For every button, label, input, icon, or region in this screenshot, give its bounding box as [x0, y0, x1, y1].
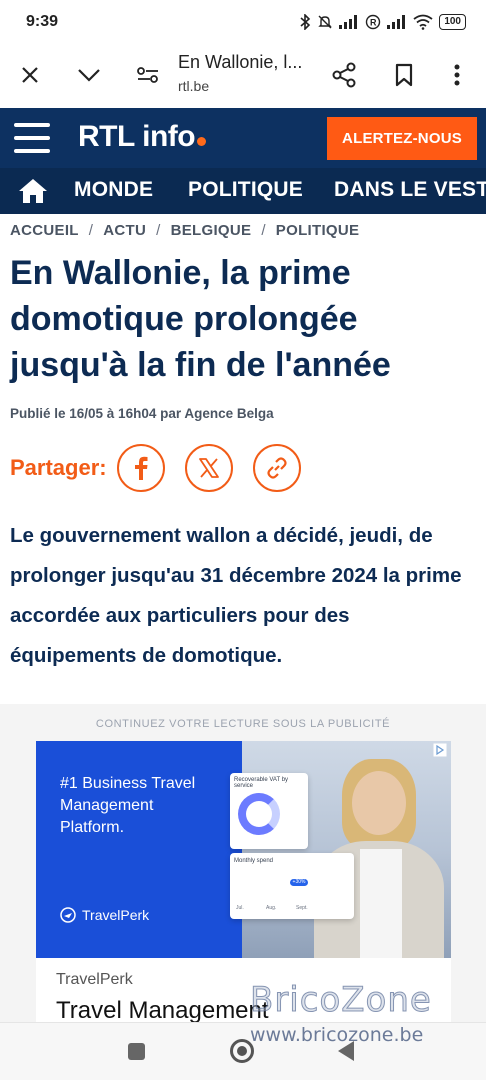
menu-icon[interactable] — [14, 123, 50, 153]
breadcrumb-separator: / — [156, 222, 161, 239]
article-title: En Wallonie, la prime domotique prolongé… — [10, 254, 391, 384]
share-label: Partager: — [10, 455, 107, 480]
nav-item-politique[interactable]: POLITIQUE — [188, 178, 303, 202]
ad-choices-icon[interactable] — [433, 743, 447, 757]
breadcrumb-separator: / — [261, 222, 266, 239]
more-vert-icon[interactable] — [437, 55, 477, 95]
ad-headline: #1 Business Travel Management Platform. — [60, 775, 196, 836]
alert-us-button[interactable]: ALERTEZ-NOUS — [327, 117, 477, 160]
breadcrumb: ACCUEIL / ACTU / BELGIQUE / POLITIQUE — [10, 222, 359, 239]
watermark-url: www.bricozone.be — [250, 1024, 424, 1046]
nav-item-dans-le-vestiaire[interactable]: DANS LE VEST — [334, 178, 486, 202]
close-icon[interactable] — [10, 55, 50, 95]
registered-icon: R — [366, 14, 381, 30]
ad-brand: TravelPerk — [60, 907, 149, 923]
browser-toolbar: En Wallonie, l... rtl.be — [0, 44, 486, 106]
ad-banner-image[interactable]: #1 Business Travel Management Platform. … — [36, 741, 451, 958]
ad-title[interactable]: Travel Management — [56, 997, 269, 1024]
link-icon — [267, 457, 287, 479]
tab-url[interactable]: rtl.be — [178, 78, 209, 94]
tab-title[interactable]: En Wallonie, l... — [178, 52, 302, 73]
status-bar: 9:39 R 100 — [0, 0, 486, 44]
article-byline: Publié le 16/05 à 16h04 par Agence Belga — [10, 406, 274, 421]
ad-widget-spend: Monthly spend +30% Jul. Aug. Sept. — [230, 853, 354, 919]
ad-notice: CONTINUEZ VOTRE LECTURE SOUS LA PUBLICIT… — [95, 718, 391, 730]
article-lead: Le gouvernement wallon a décidé, jeudi, … — [10, 524, 462, 667]
share-link-button[interactable] — [252, 444, 301, 492]
signal-icon — [339, 15, 358, 29]
ad-advertiser: TravelPerk — [56, 971, 133, 988]
recents-button[interactable] — [128, 1043, 145, 1060]
bluetooth-icon — [300, 14, 311, 30]
watermark-title: BricoZone — [250, 980, 432, 1021]
share-row: Partager: — [10, 444, 321, 492]
site-settings-icon[interactable] — [128, 55, 168, 95]
main-nav: MONDE POLITIQUE DANS LE VEST — [0, 168, 486, 214]
facebook-icon — [134, 456, 148, 480]
battery-indicator: 100 — [439, 14, 466, 30]
status-time: 9:39 — [26, 13, 59, 30]
mute-icon — [318, 15, 333, 29]
x-logo-icon — [198, 458, 219, 478]
site-header: RTL info ALERTEZ-NOUS — [0, 108, 486, 168]
breadcrumb-item-politique[interactable]: POLITIQUE — [276, 222, 360, 239]
breadcrumb-item-actu[interactable]: ACTU — [103, 222, 146, 239]
breadcrumb-separator: / — [88, 222, 94, 239]
breadcrumb-item-accueil[interactable]: ACCUEIL — [10, 222, 79, 239]
travelperk-logo-icon — [60, 907, 76, 923]
share-icon[interactable] — [324, 55, 364, 95]
wifi-icon — [413, 14, 433, 30]
status-icons: R 100 — [299, 14, 466, 30]
ad-widget-vat: Recoverable VAT by service — [230, 773, 308, 849]
share-facebook-button[interactable] — [116, 444, 165, 492]
breadcrumb-item-belgique[interactable]: BELGIQUE — [171, 222, 252, 239]
signal-icon-2 — [387, 15, 406, 29]
home-icon[interactable] — [18, 178, 48, 204]
ad-zone: CONTINUEZ VOTRE LECTURE SOUS LA PUBLICIT… — [0, 704, 486, 1024]
svg-text:R: R — [370, 18, 377, 28]
share-x-button[interactable] — [184, 444, 233, 492]
chevron-down-icon[interactable] — [69, 55, 109, 95]
site-logo[interactable]: RTL info — [78, 120, 207, 154]
bookmark-icon[interactable] — [384, 55, 424, 95]
nav-item-monde[interactable]: MONDE — [74, 178, 153, 202]
